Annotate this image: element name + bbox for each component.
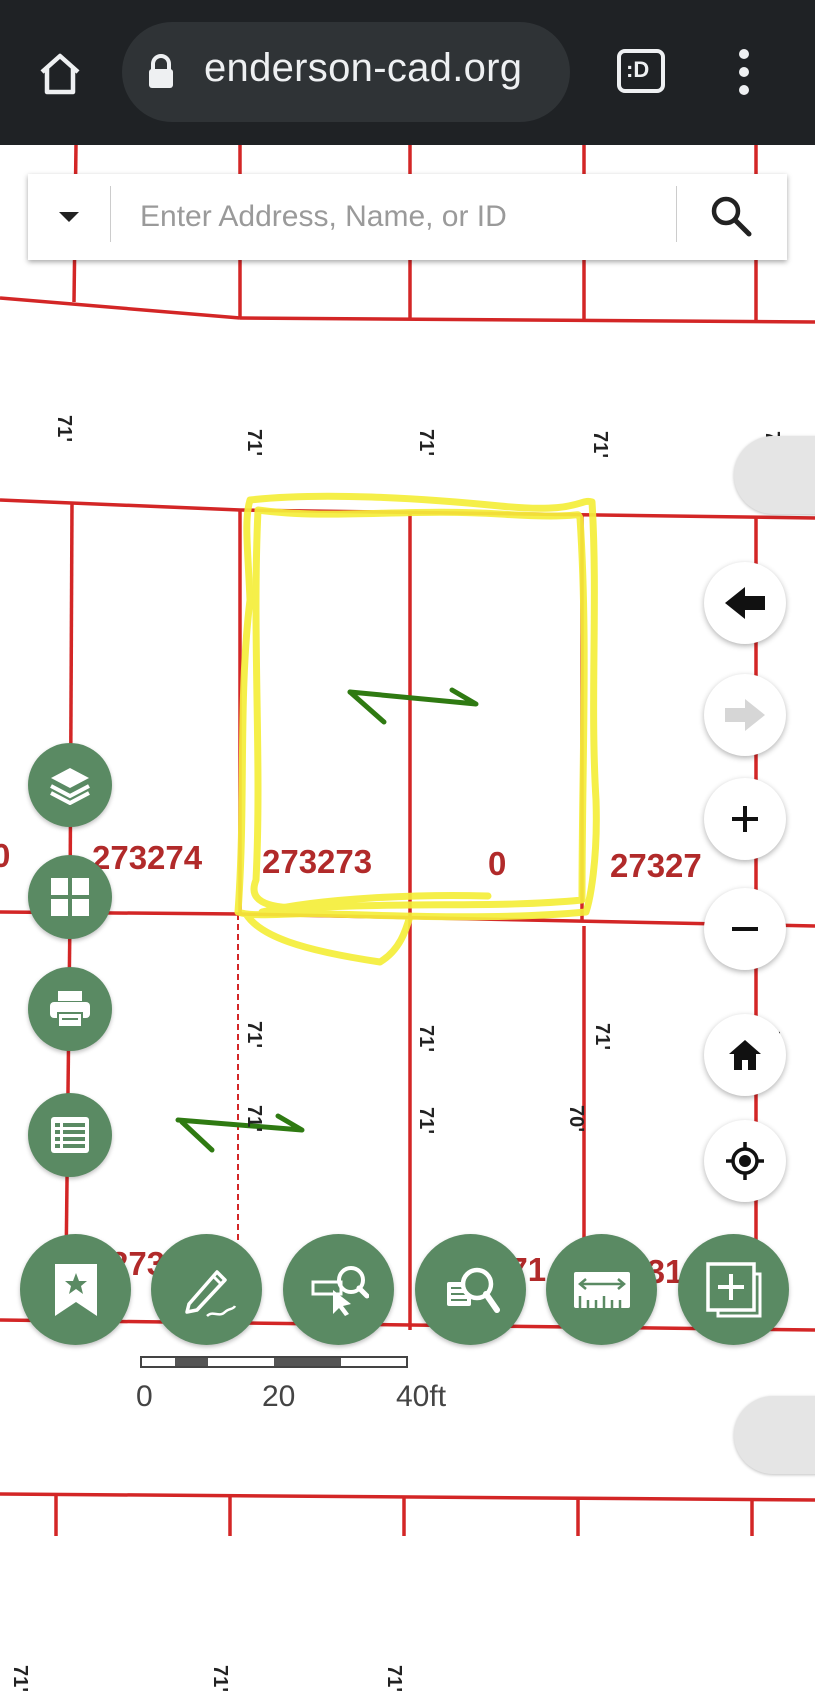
layers-icon: [50, 768, 90, 805]
tab-switcher-button[interactable]: :D: [616, 48, 668, 96]
pencil-icon: [184, 1269, 236, 1317]
home-icon[interactable]: [704, 1014, 786, 1096]
browser-toolbar: enderson-cad.org :D: [0, 0, 815, 145]
dimension-label: 71': [591, 1022, 614, 1051]
dimension-label: 70': [565, 1104, 588, 1133]
parcel-boundary: [0, 296, 241, 320]
lock-icon: [146, 54, 176, 90]
print-button[interactable]: [28, 967, 112, 1051]
list-icon: [51, 1117, 89, 1153]
grid-icon: [51, 878, 89, 916]
draw-button[interactable]: [151, 1234, 262, 1345]
dimension-label: 71': [415, 1024, 438, 1053]
more-vert-icon[interactable]: [724, 44, 764, 100]
bookmarks-button[interactable]: [20, 1234, 131, 1345]
collapsed-panel-tab[interactable]: [734, 436, 815, 514]
query-button[interactable]: [415, 1234, 526, 1345]
scale-bar: [140, 1356, 408, 1368]
search-input[interactable]: [138, 188, 672, 246]
basemap-button[interactable]: [28, 855, 112, 939]
plus-icon[interactable]: [704, 778, 786, 860]
collapsed-panel-tab[interactable]: [734, 1396, 815, 1474]
add-data-button[interactable]: [678, 1234, 789, 1345]
print-icon: [50, 991, 90, 1028]
arrow-left-icon[interactable]: [704, 562, 786, 644]
parcel-label[interactable]: 273274: [92, 839, 202, 877]
divider: [110, 186, 111, 242]
dimension-label: 71': [243, 1104, 266, 1133]
parcel-label[interactable]: 0: [488, 845, 506, 883]
url-text[interactable]: enderson-cad.org: [204, 46, 522, 91]
dimension-label: 71': [243, 428, 266, 457]
scale-label: 0: [136, 1380, 153, 1413]
search-panel: [28, 174, 787, 260]
parcel-boundary: [68, 503, 74, 913]
add-layer-icon: [705, 1261, 761, 1317]
highlight-scribble: [234, 492, 600, 966]
dimension-label: 71': [415, 428, 438, 457]
scale-label: 40ft: [396, 1380, 447, 1413]
dimension-label: 71': [415, 1106, 438, 1135]
scale-label: 20: [262, 1380, 296, 1413]
query-search-icon: [446, 1267, 500, 1313]
search-icon[interactable]: [698, 186, 764, 246]
home-icon[interactable]: [28, 42, 92, 106]
select-button[interactable]: [283, 1234, 394, 1345]
tab-switcher-label: :D: [626, 57, 650, 82]
dimension-label: 71': [383, 1664, 406, 1692]
dimension-label: 71': [589, 430, 612, 459]
parcel-boundary: [0, 498, 241, 512]
parcel-boundary: [239, 316, 815, 324]
parcel-label[interactable]: 273273: [262, 843, 372, 881]
caret-down-icon[interactable]: [28, 174, 110, 260]
dimension-label: 71': [243, 1020, 266, 1049]
parcel-boundary: [0, 1492, 815, 1502]
parcel-label[interactable]: 0: [0, 837, 10, 875]
dimension-label: 71': [9, 1664, 32, 1692]
layers-button[interactable]: [28, 743, 112, 827]
select-search-icon: [311, 1265, 369, 1316]
parcel-label[interactable]: 27327: [610, 847, 702, 885]
divider: [676, 186, 677, 242]
ruler-icon: [573, 1271, 630, 1308]
arrow-right-icon: [704, 674, 786, 756]
bookmark-star-icon: [54, 1263, 97, 1316]
dimension-label: 71': [53, 414, 76, 443]
minus-icon[interactable]: [704, 888, 786, 970]
measure-button[interactable]: [546, 1234, 657, 1345]
attribute-table-button[interactable]: [28, 1093, 112, 1177]
dimension-label: 71': [209, 1664, 232, 1692]
locate-icon[interactable]: [704, 1120, 786, 1202]
